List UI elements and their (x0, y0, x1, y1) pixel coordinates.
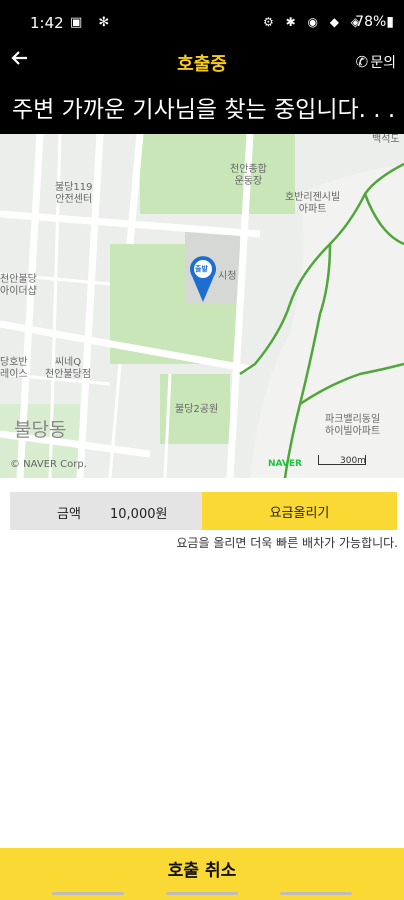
naver-logo: NAVER (268, 459, 302, 469)
battery-indicator: 78%▮ (355, 14, 394, 30)
nav-recent-handle[interactable] (280, 892, 352, 895)
status-time: 1:42 (30, 14, 64, 32)
map-label-buldang-dong: 불당동 (14, 419, 67, 441)
map-label-parkvalley-apartment: 파크밸리동일 하이빌아파트 (325, 414, 381, 437)
fare-row: 금액 10,000원 요금올리기 (10, 492, 397, 530)
cancel-call-button[interactable]: 호출 취소 (0, 848, 404, 888)
map-scale-label: 300m (340, 456, 366, 466)
map-label-park: 불당2공원 (175, 404, 219, 415)
page-title: 호출중 (177, 54, 227, 75)
phone-icon: ✆ (355, 53, 369, 71)
map-label-idaeshop: 천안불당 아이더샵 (0, 274, 37, 297)
pin-label: 출발 (195, 265, 208, 273)
map-copyright: © NAVER Corp. (10, 459, 87, 470)
map-label-baekseok: 백석도 (372, 134, 400, 145)
location-pin-icon: 출발 (190, 256, 216, 302)
map-label-cinema: 씨네Q 천안불당점 (45, 357, 91, 380)
nav-back-handle[interactable] (52, 892, 124, 895)
map-label-hoban-race: 당호반 레이스 (0, 357, 28, 380)
notification-icons: ▣ ✻ (70, 15, 116, 30)
searching-message: 주변 가까운 기사님을 찾는 중입니다. . . (12, 97, 396, 123)
inquiry-button[interactable]: ✆ 문의 (356, 52, 396, 72)
map-view[interactable]: 천안종합 운동장 불당119 안전센터 호반리젠시빌 아파트 시청 천안불당 아이더샵 … (0, 134, 404, 478)
fare-value: 10,000원 (110, 507, 168, 522)
nav-home-handle[interactable] (166, 892, 238, 895)
map-label-fire-station: 불당119 안전센터 (55, 182, 93, 205)
system-icons: ⚙ ✱ ◉ ◆ ◈ (263, 15, 364, 29)
map-label-hoban-apartment: 호반리젠시빌 아파트 (285, 192, 341, 215)
fare-label: 금액 (57, 507, 81, 522)
map-label-stadium: 천안종합 운동장 (230, 164, 267, 187)
header: 호출중 ✆ 문의 주변 가까운 기사님을 찾는 중입니다. . . (0, 46, 404, 134)
inquiry-label: 문의 (370, 55, 396, 71)
fare-note: 요금을 올리면 더욱 빠른 배차가 가능합니다. (176, 536, 398, 550)
status-bar: 1:42 ▣ ✻ ⚙ ✱ ◉ ◆ ◈ 78%▮ (0, 0, 404, 46)
map-label-city-hall: 시청 (218, 271, 237, 282)
raise-fare-button[interactable]: 요금올리기 (202, 492, 397, 530)
fare-display: 금액 10,000원 (10, 492, 202, 530)
navigation-bar (0, 888, 404, 900)
